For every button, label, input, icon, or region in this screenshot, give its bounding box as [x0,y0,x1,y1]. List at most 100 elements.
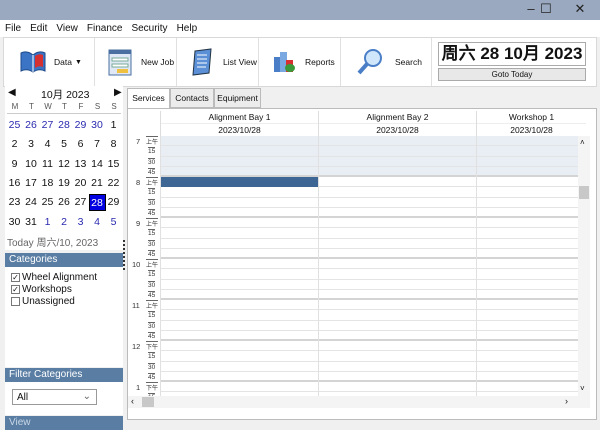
calendar-day[interactable]: 25 [39,194,56,211]
calendar-day[interactable]: 11 [39,156,56,173]
calendar-day[interactable]: 23 [6,194,23,211]
calendar-day[interactable]: 26 [23,117,40,134]
splitter-handle[interactable] [123,240,125,270]
calendar-day[interactable]: 22 [105,175,122,192]
time-slot-row[interactable] [160,280,578,290]
new-job-button[interactable]: New Job [95,38,177,86]
maximize-button[interactable]: ☐ [531,0,561,20]
calendar-day[interactable]: 5 [105,214,122,231]
calendar-day[interactable]: 12 [56,156,73,173]
time-slot-row[interactable] [160,198,578,208]
scroll-up-arrow[interactable]: ˄ [580,138,585,147]
time-slot-row[interactable] [160,208,578,218]
reports-button[interactable]: Reports [259,38,341,86]
calendar-day[interactable]: 27 [39,117,56,134]
menu-help[interactable]: Help [172,20,202,34]
scroll-thumb[interactable] [579,186,589,199]
menu-finance[interactable]: Finance [82,20,127,34]
time-slot-row[interactable] [160,269,578,280]
calendar-day[interactable]: 13 [72,156,89,173]
time-slot-row[interactable] [160,136,578,147]
filter-categories-select[interactable]: All ⌄ [12,389,97,405]
calendar-day[interactable]: 4 [89,214,106,231]
calendar-day[interactable]: 19 [56,175,73,192]
menu-file[interactable]: File [0,20,25,34]
tab-equipment[interactable]: Equipment [214,88,261,108]
list-view-button[interactable]: List View [177,38,259,86]
time-slot-row[interactable] [160,177,578,188]
menu-view[interactable]: View [51,20,82,34]
prev-month-arrow[interactable]: ◀ [8,87,16,98]
today-label[interactable]: Today 周六/10, 2023 [7,234,98,249]
menu-security[interactable]: Security [126,20,171,34]
calendar-day[interactable]: 21 [89,175,106,192]
calendar-day[interactable]: 31 [23,214,40,231]
time-slot-row[interactable] [160,300,578,311]
scroll-right-arrow[interactable]: › [565,396,568,406]
scroll-down-arrow[interactable]: ˅ [580,384,585,393]
close-button[interactable]: ✕ [565,0,595,20]
time-slot-row[interactable] [160,187,578,198]
calendar-day[interactable]: 15 [105,156,122,173]
calendar-day[interactable]: 20 [72,175,89,192]
calendar-day[interactable]: 28 [56,117,73,134]
resource-column-header[interactable]: Alignment Bay 1 2023/10/28 [160,111,318,136]
calendar-day[interactable]: 9 [6,156,23,173]
calendar-day[interactable]: 8 [105,136,122,153]
data-button[interactable]: Data ▼ [4,38,95,86]
time-slot-row[interactable] [160,218,578,229]
vertical-scrollbar[interactable]: ˄ ˅ [578,136,590,396]
calendar-day[interactable]: 1 [105,117,122,134]
calendar-day[interactable]: 27 [72,194,89,211]
resource-column-header[interactable]: Alignment Bay 2 2023/10/28 [318,111,476,136]
time-slot-row[interactable] [160,382,578,393]
goto-today-button[interactable]: Goto Today [438,68,586,81]
calendar-day[interactable]: 7 [89,136,106,153]
calendar-day[interactable]: 25 [6,117,23,134]
calendar-day[interactable]: 6 [72,136,89,153]
calendar-day[interactable]: 3 [23,136,40,153]
next-month-arrow[interactable]: ▶ [114,87,122,98]
calendar-day[interactable]: 29 [105,194,122,211]
calendar-day[interactable]: 18 [39,175,56,192]
calendar-day[interactable]: 10 [23,156,40,173]
time-slot-row[interactable] [160,310,578,321]
schedule-body[interactable]: 7 上午 15 30 45 8 上午 15 30 45 9 上午 15 30 45 10 上午 15 30 45 11 上… [128,136,578,396]
menu-edit[interactable]: Edit [25,20,51,34]
calendar-day[interactable]: 17 [23,175,40,192]
calendar-day[interactable]: 3 [72,214,89,231]
time-slot-row[interactable] [160,228,578,239]
time-slot-row[interactable] [160,156,578,167]
time-slot-row[interactable] [160,166,578,177]
resource-column-header[interactable]: Workshop 1 2023/10/28 [476,111,586,136]
time-slot-row[interactable] [160,372,578,382]
calendar-day[interactable]: 4 [39,136,56,153]
time-slot-row[interactable] [160,239,578,249]
h-scroll-thumb[interactable] [142,397,154,407]
time-slot-row[interactable] [160,259,578,270]
time-slot-row[interactable] [160,331,578,341]
time-slot-row[interactable] [160,362,578,372]
calendar-day[interactable]: 28 [88,194,106,212]
calendar-day[interactable]: 26 [56,194,73,211]
tab-services[interactable]: Services [127,88,170,109]
tab-contacts[interactable]: Contacts [170,88,214,108]
category-checkbox[interactable]: Unassigned [11,295,123,307]
calendar-day[interactable]: 24 [23,194,40,211]
calendar-day[interactable]: 2 [6,136,23,153]
search-button[interactable]: Search [341,38,432,86]
calendar-day[interactable]: 2 [56,214,73,231]
time-slot-row[interactable] [160,351,578,362]
calendar-day[interactable]: 16 [6,175,23,192]
time-slot-row[interactable] [160,321,578,331]
category-checkbox[interactable]: ✓ Workshops [11,283,123,295]
category-checkbox[interactable]: ✓ Wheel Alignment [11,271,123,283]
time-slot-row[interactable] [160,249,578,259]
calendar-day[interactable]: 14 [89,156,106,173]
calendar-day[interactable]: 5 [56,136,73,153]
calendar-day[interactable]: 30 [89,117,106,134]
calendar-day[interactable]: 1 [39,214,56,231]
time-slot-row[interactable] [160,146,578,157]
calendar-day[interactable]: 30 [6,214,23,231]
calendar-day[interactable]: 29 [72,117,89,134]
